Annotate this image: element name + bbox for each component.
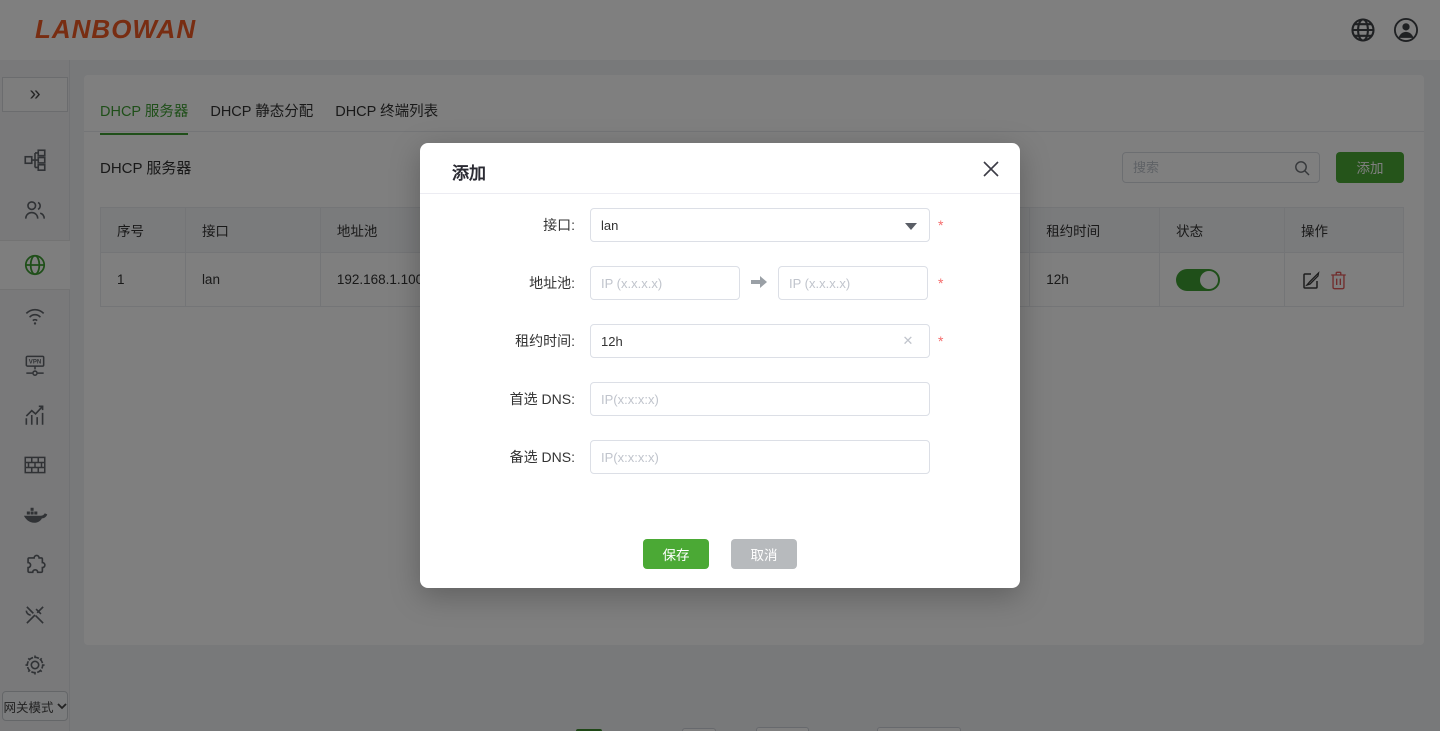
interface-select-value: lan: [601, 217, 619, 233]
pool-end-input[interactable]: [778, 266, 928, 300]
save-button[interactable]: 保存: [643, 539, 709, 569]
required-asterisk: *: [938, 275, 944, 291]
lease-input[interactable]: [590, 324, 930, 358]
select-arrow-icon: [905, 223, 917, 230]
field-dns1: 首选 DNS:: [420, 382, 1020, 416]
modal-header: 添加: [420, 143, 1020, 194]
field-dns2: 备选 DNS:: [420, 440, 1020, 474]
modal-title: 添加: [452, 164, 486, 183]
clear-icon[interactable]: ✕: [900, 333, 916, 349]
dns1-input[interactable]: [590, 382, 930, 416]
lease-label: 租约时间:: [515, 333, 575, 349]
dns2-input[interactable]: [590, 440, 930, 474]
field-interface: 接口: lan *: [420, 208, 1020, 242]
required-asterisk: *: [938, 217, 944, 233]
pool-start-input[interactable]: [590, 266, 740, 300]
interface-select[interactable]: lan: [590, 208, 930, 242]
required-asterisk: *: [938, 333, 944, 349]
range-arrow-icon: [750, 274, 768, 290]
field-lease: 租约时间: ✕ *: [420, 324, 1020, 358]
close-icon[interactable]: [982, 160, 1000, 178]
interface-label: 接口:: [543, 217, 575, 233]
field-pool: 地址池: *: [420, 266, 1020, 300]
dns2-label: 备选 DNS:: [509, 449, 575, 465]
cancel-button[interactable]: 取消: [731, 539, 797, 569]
pool-label: 地址池:: [529, 275, 575, 291]
dns1-label: 首选 DNS:: [509, 391, 575, 407]
add-dhcp-modal: 添加 接口: lan * 地址池: * 租约时间: ✕ * 首选 DNS:: [420, 143, 1020, 588]
